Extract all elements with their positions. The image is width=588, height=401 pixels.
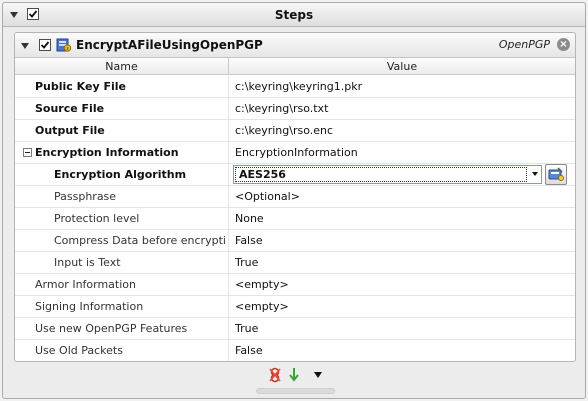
steps-panel: Steps EncryptAFileUsingOpenPGP OpenPGP ×… <box>2 2 586 399</box>
property-value[interactable]: <Optional> <box>235 190 300 203</box>
property-row-source-file[interactable]: Source File c:\keyring\rso.txt <box>15 98 575 120</box>
steps-title: Steps <box>274 8 314 22</box>
property-name: Source File <box>35 102 105 115</box>
edit-value-button[interactable] <box>545 164 567 185</box>
property-value[interactable]: True <box>235 256 258 269</box>
property-value[interactable]: c:\keyring\rso.txt <box>235 102 328 115</box>
property-name: Use new OpenPGP Features <box>35 322 188 335</box>
property-value[interactable]: EncryptionInformation <box>235 146 358 159</box>
encryption-algorithm-select[interactable]: AES256 <box>233 165 542 184</box>
property-name: Passphrase <box>54 190 117 203</box>
property-value[interactable]: False <box>235 344 263 357</box>
property-row-passphrase[interactable]: Passphrase <Optional> <box>15 186 575 208</box>
property-row-compress-data[interactable]: Compress Data before encryptio False <box>15 230 575 252</box>
step-name: EncryptAFileUsingOpenPGP <box>76 38 263 52</box>
horizontal-scroll-grip[interactable] <box>256 388 335 394</box>
property-row-output-file[interactable]: Output File c:\keyring\rso.enc <box>15 120 575 142</box>
property-grid-header: Name Value <box>15 58 575 75</box>
step-type: OpenPGP <box>498 38 550 51</box>
chevron-down-icon[interactable] <box>532 172 538 176</box>
step-header: EncryptAFileUsingOpenPGP OpenPGP × <box>15 33 575 58</box>
collapse-group-icon[interactable] <box>23 148 32 157</box>
property-name: Compress Data before encryptio <box>54 234 226 247</box>
property-name: Encryption Information <box>35 146 179 159</box>
property-row-armor-information[interactable]: Armor Information <empty> <box>15 274 575 296</box>
property-row-encryption-information[interactable]: Encryption Information EncryptionInforma… <box>15 142 575 164</box>
dropdown-triangle-icon[interactable] <box>314 372 322 378</box>
remove-step-icon[interactable] <box>268 367 282 383</box>
property-name: Signing Information <box>35 300 144 313</box>
property-value[interactable]: <empty> <box>235 278 289 291</box>
property-name: Encryption Algorithm <box>54 168 187 181</box>
selected-value: AES256 <box>235 167 527 182</box>
steps-header: Steps <box>3 3 585 27</box>
property-row-public-key-file[interactable]: Public Key File c:\keyring\keyring1.pkr <box>15 76 575 98</box>
property-value[interactable]: False <box>235 234 263 247</box>
property-name: Public Key File <box>35 80 126 93</box>
property-value[interactable]: True <box>235 322 258 335</box>
move-down-arrow-icon[interactable] <box>288 367 300 383</box>
property-value[interactable]: c:\keyring\keyring1.pkr <box>235 80 362 93</box>
openpgp-step-icon <box>56 38 72 52</box>
name-column-header[interactable]: Name <box>15 60 228 73</box>
property-value[interactable]: <empty> <box>235 300 289 313</box>
property-value[interactable]: None <box>235 212 264 225</box>
step-enabled-checkbox[interactable] <box>39 39 51 51</box>
step-card: EncryptAFileUsingOpenPGP OpenPGP × Name … <box>14 32 576 362</box>
collapse-triangle-icon[interactable] <box>21 43 29 49</box>
close-circle-icon[interactable]: × <box>557 38 570 51</box>
property-name: Output File <box>35 124 105 137</box>
value-column-header[interactable]: Value <box>229 60 575 73</box>
property-row-encryption-algorithm[interactable]: Encryption Algorithm AES256 <box>15 164 575 186</box>
property-name: Armor Information <box>35 278 136 291</box>
property-row-use-new-openpgp-features[interactable]: Use new OpenPGP Features True <box>15 318 575 340</box>
edit-value-icon <box>548 167 564 181</box>
checkmark-icon <box>40 41 50 49</box>
property-row-protection-level[interactable]: Protection level None <box>15 208 575 230</box>
property-row-signing-information[interactable]: Signing Information <empty> <box>15 296 575 318</box>
property-value[interactable]: c:\keyring\rso.enc <box>235 124 333 137</box>
property-name: Input is Text <box>54 256 121 269</box>
property-name: Protection level <box>54 212 140 225</box>
property-row-use-old-packets[interactable]: Use Old Packets False <box>15 340 575 361</box>
property-row-input-is-text[interactable]: Input is Text True <box>15 252 575 274</box>
property-name: Use Old Packets <box>35 344 123 357</box>
